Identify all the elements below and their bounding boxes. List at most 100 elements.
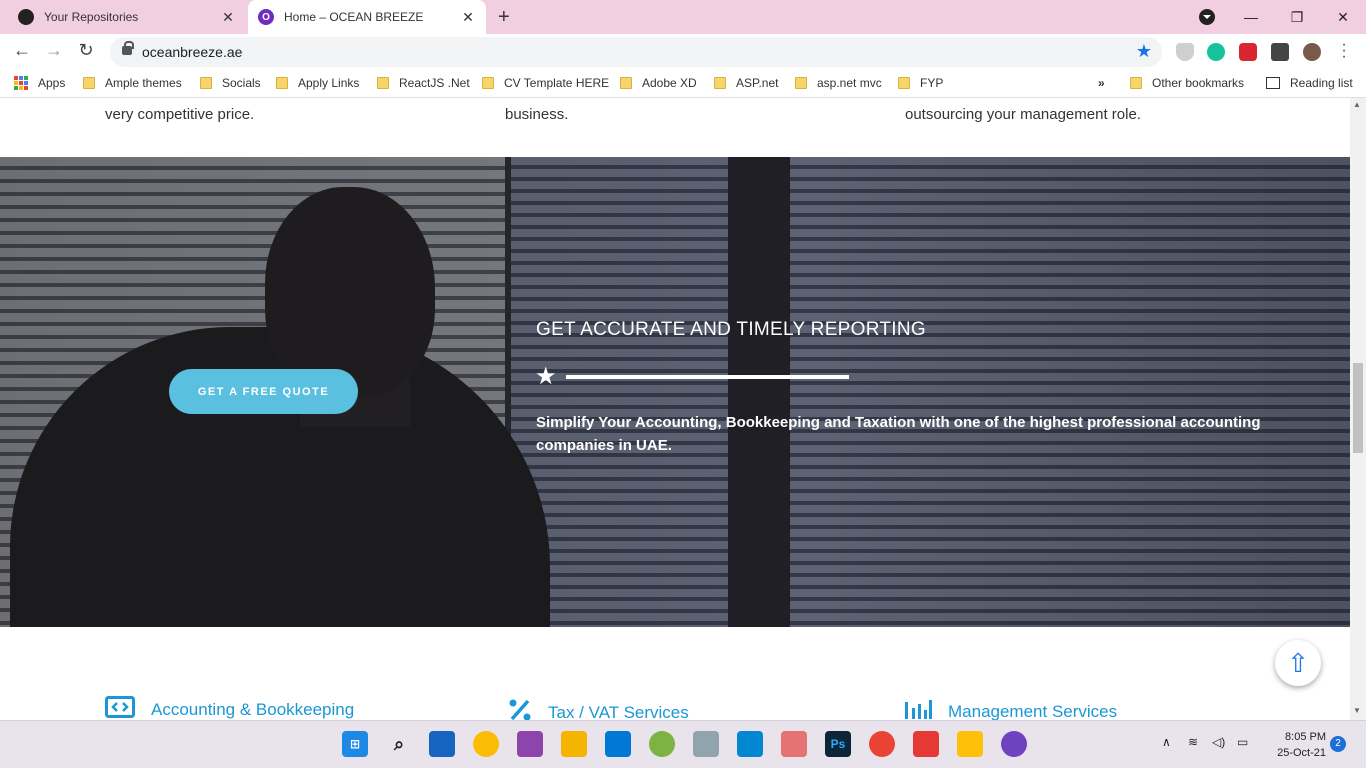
close-icon[interactable]: ✕ bbox=[460, 9, 476, 26]
forward-button[interactable]: → bbox=[42, 40, 66, 61]
photoshop-icon[interactable]: Ps bbox=[825, 731, 851, 757]
service-management-link[interactable]: Management Services bbox=[904, 698, 1117, 720]
date: 25-Oct-21 bbox=[1277, 747, 1326, 759]
service-label: Management Services bbox=[948, 701, 1118, 721]
performance-monitor-icon[interactable] bbox=[693, 731, 719, 757]
chameleon-app-icon[interactable] bbox=[649, 731, 675, 757]
volume-icon[interactable]: ◁) bbox=[1212, 735, 1225, 749]
bookmark-label: Other bookmarks bbox=[1152, 76, 1245, 90]
anydesk-icon[interactable] bbox=[913, 731, 939, 757]
service-label: Accounting & Bookkeeping bbox=[151, 699, 355, 719]
close-icon[interactable]: ✕ bbox=[220, 9, 236, 26]
folder-icon bbox=[620, 77, 632, 89]
remote-desktop-icon[interactable] bbox=[737, 731, 763, 757]
folder-icon bbox=[482, 77, 494, 89]
scroll-down-arrow-icon[interactable]: ▼ bbox=[1353, 706, 1361, 715]
feature-text: business. bbox=[505, 106, 569, 123]
bookmark-label: Apply Links bbox=[298, 76, 360, 90]
bookmark-label: ReactJS .Net bbox=[399, 76, 470, 90]
back-button[interactable]: ← bbox=[10, 40, 34, 61]
time: 8:05 PM bbox=[1285, 731, 1326, 743]
folder-icon bbox=[276, 77, 288, 89]
tab-search-icon[interactable] bbox=[1199, 9, 1215, 25]
battery-icon[interactable]: ▭ bbox=[1237, 735, 1248, 749]
puzzle-extensions-icon[interactable] bbox=[1271, 43, 1289, 61]
service-accounting-link[interactable]: Accounting & Bookkeeping bbox=[105, 696, 354, 720]
bookmarks-overflow-button[interactable]: » bbox=[1098, 76, 1105, 90]
feature-text: outsourcing your management role. bbox=[905, 106, 1141, 123]
windows-start-icon[interactable]: ⊞ bbox=[342, 731, 368, 757]
divider bbox=[566, 375, 849, 379]
restore-button[interactable]: ❐ bbox=[1274, 9, 1320, 26]
url-text[interactable]: oceanbreeze.ae bbox=[142, 44, 242, 60]
clock[interactable]: 8:05 PM 25-Oct-21 bbox=[1277, 729, 1326, 761]
lock-icon[interactable] bbox=[122, 41, 134, 55]
hero-description: Simplify Your Accounting, Bookkeeping an… bbox=[536, 414, 1261, 454]
folder-icon bbox=[83, 77, 95, 89]
minimize-button[interactable]: — bbox=[1228, 9, 1274, 25]
tray-chevron-icon[interactable]: ∧ bbox=[1162, 735, 1171, 749]
folder-icon bbox=[898, 77, 910, 89]
bookmark-label: asp.net mvc bbox=[817, 76, 882, 90]
vscode-icon[interactable] bbox=[605, 731, 631, 757]
tab-your-repositories[interactable]: Your Repositories ✕ bbox=[8, 0, 246, 34]
chrome-icon[interactable] bbox=[473, 731, 499, 757]
bookmark-folder[interactable]: CV Template HERE bbox=[482, 76, 609, 90]
bookmark-folder[interactable]: Apply Links bbox=[276, 76, 359, 90]
bookmark-folder[interactable]: Socials bbox=[200, 76, 261, 90]
bookmark-folder[interactable]: Adobe XD bbox=[620, 76, 697, 90]
snipping-tool-icon[interactable] bbox=[781, 731, 807, 757]
widgets-icon[interactable] bbox=[429, 731, 455, 757]
chrome-profile-icon[interactable] bbox=[869, 731, 895, 757]
grammarly-icon[interactable] bbox=[1207, 43, 1225, 61]
site-favicon-icon: O bbox=[258, 9, 274, 25]
menu-dots-icon[interactable]: · · · bbox=[1340, 37, 1348, 65]
scroll-to-top-button[interactable]: ⇧ bbox=[1275, 640, 1321, 686]
profile-avatar[interactable] bbox=[1303, 43, 1321, 61]
address-bar[interactable]: oceanbreeze.ae ★ bbox=[110, 37, 1162, 67]
github-desktop-icon[interactable] bbox=[1001, 731, 1027, 757]
bookmark-label: FYP bbox=[920, 76, 944, 90]
close-window-button[interactable]: ✕ bbox=[1320, 9, 1366, 26]
video-extension-icon[interactable] bbox=[1239, 43, 1257, 61]
bookmark-apps[interactable]: Apps bbox=[14, 76, 65, 90]
bookmark-folder[interactable]: ReactJS .Net bbox=[377, 76, 470, 90]
search-icon[interactable]: ⌕ bbox=[386, 731, 412, 757]
tab-home-ocean-breeze[interactable]: O Home – OCEAN BREEZE ✕ bbox=[248, 0, 486, 34]
apps-grid-icon bbox=[14, 76, 28, 90]
arrow-up-icon: ⇧ bbox=[1287, 647, 1309, 678]
reload-button[interactable]: ↻ bbox=[74, 40, 98, 61]
github-icon bbox=[18, 9, 34, 25]
person-silhouette bbox=[265, 187, 435, 397]
new-tab-button[interactable]: + bbox=[498, 6, 510, 29]
bookmark-folder[interactable]: FYP bbox=[898, 76, 943, 90]
bookmark-folder[interactable]: Ample themes bbox=[83, 76, 182, 90]
folder-icon bbox=[377, 77, 389, 89]
tab-title: Home – OCEAN BREEZE bbox=[284, 10, 424, 24]
service-tax-vat-link[interactable]: Tax / VAT Services bbox=[508, 698, 689, 720]
other-bookmarks[interactable]: Other bookmarks bbox=[1130, 76, 1244, 90]
reading-list[interactable]: Reading list bbox=[1266, 76, 1353, 90]
file-explorer-icon[interactable] bbox=[957, 731, 983, 757]
get-free-quote-button[interactable]: GET A FREE QUOTE bbox=[169, 369, 358, 414]
bookmark-star-icon[interactable]: ★ bbox=[1136, 41, 1152, 62]
bookmark-label: Ample themes bbox=[105, 76, 182, 90]
hero-title: GET ACCURATE AND TIMELY REPORTING bbox=[536, 319, 926, 340]
notification-badge[interactable]: 2 bbox=[1330, 736, 1346, 752]
scrollbar-thumb[interactable] bbox=[1353, 363, 1363, 453]
folder-icon bbox=[200, 77, 212, 89]
bookmark-label: ASP.net bbox=[736, 76, 779, 90]
browser-toolbar: ← → ↻ oceanbreeze.ae ★ · · · bbox=[0, 34, 1366, 70]
shield-extension-icon[interactable] bbox=[1176, 43, 1194, 61]
scroll-up-arrow-icon[interactable]: ▲ bbox=[1353, 100, 1361, 109]
page-scrollbar[interactable]: ▲ ▼ bbox=[1350, 98, 1366, 720]
bookmark-label: Adobe XD bbox=[642, 76, 697, 90]
visual-studio-icon[interactable] bbox=[517, 731, 543, 757]
bookmark-label: Reading list bbox=[1290, 76, 1353, 90]
tab-strip: Your Repositories ✕ O Home – OCEAN BREEZ… bbox=[0, 0, 1366, 34]
wifi-icon[interactable]: ≋ bbox=[1188, 735, 1198, 749]
sql-tool-icon[interactable] bbox=[561, 731, 587, 757]
bookmark-folder[interactable]: asp.net mvc bbox=[795, 76, 882, 90]
folder-icon bbox=[1130, 77, 1142, 89]
bookmark-folder[interactable]: ASP.net bbox=[714, 76, 778, 90]
